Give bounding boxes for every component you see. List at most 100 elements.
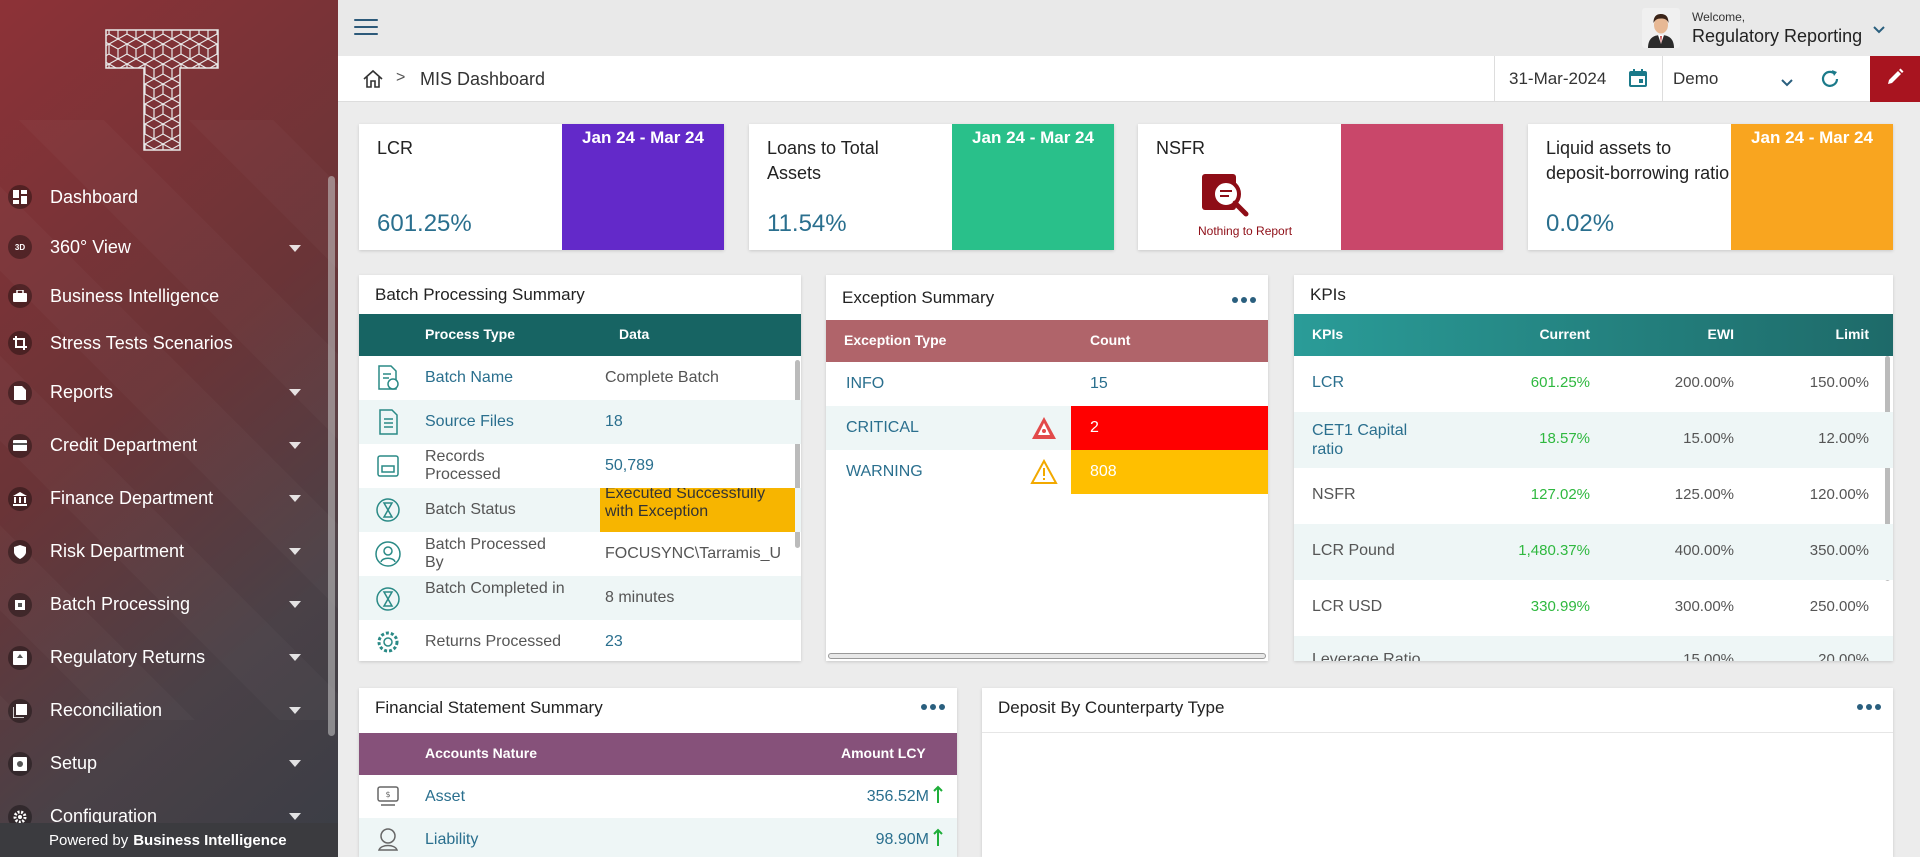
column-header: Amount LCY xyxy=(841,745,926,761)
powered-by-prefix: Powered by xyxy=(49,831,129,849)
table-header: Accounts Nature Amount LCY xyxy=(359,733,957,775)
sidebar-item-setup[interactable]: Setup xyxy=(0,737,325,790)
chevron-down-icon xyxy=(289,245,301,252)
app-logo[interactable] xyxy=(100,24,224,161)
kpi-limit: 12.00% xyxy=(1818,430,1869,447)
more-options-icon[interactable] xyxy=(1857,704,1881,710)
kpi-ewi: 15.00% xyxy=(1683,651,1734,661)
no-data-icon xyxy=(1196,172,1254,225)
sidebar-item-reports[interactable]: Reports xyxy=(0,366,325,419)
column-header: EWI xyxy=(1707,326,1734,342)
kpi-current: 330.99% xyxy=(1530,598,1590,615)
sidebar-item-dashboard[interactable]: Dashboard xyxy=(0,172,325,222)
kpi-card-value: 0.02% xyxy=(1546,210,1615,237)
kpi-limit: 150.00% xyxy=(1809,374,1869,391)
sidebar-item-credit-department[interactable]: Credit Department xyxy=(0,419,325,472)
kpi-card-value: 11.54% xyxy=(767,210,847,237)
breadcrumb: > MIS Dashboard 31-Mar-2024 Demo xyxy=(338,56,1920,102)
menu-toggle-icon[interactable] xyxy=(354,19,378,37)
account-amount: 98.90M xyxy=(875,831,929,848)
arrow-up-icon xyxy=(932,828,944,853)
kpi-card-liquid-assets-ratio[interactable]: Liquid assets to deposit-borrowing ratio… xyxy=(1528,124,1893,250)
chevron-down-icon xyxy=(289,442,301,449)
kpi-name: LCR Pound xyxy=(1312,542,1395,559)
briefcase-icon xyxy=(8,284,32,308)
calendar-icon[interactable] xyxy=(1628,68,1648,93)
hourglass-icon xyxy=(373,495,403,525)
sidebar-item-risk-department[interactable]: Risk Department xyxy=(0,525,325,578)
row-value: 50,789 xyxy=(605,457,654,474)
dashboard-icon xyxy=(8,185,32,209)
sidebar-item-label: Business Intelligence xyxy=(50,285,220,306)
row-label: Batch Status xyxy=(425,501,516,518)
document-settings-icon xyxy=(373,363,403,393)
kpi-card-nsfr[interactable]: NSFR Nothing to Report xyxy=(1138,124,1503,250)
table-row: Batch Processed By FOCUSYNC\Tarramis_U xyxy=(359,532,801,576)
kpi-card-title: Liquid assets to deposit-borrowing ratio xyxy=(1546,138,1730,183)
exception-type: CRITICAL xyxy=(846,419,919,436)
sidebar-item-finance-department[interactable]: Finance Department xyxy=(0,472,325,525)
kpi-card-color-block xyxy=(1341,124,1503,250)
kpi-current: 18.57% xyxy=(1539,430,1590,447)
chevron-down-icon xyxy=(289,389,301,396)
horizontal-scrollbar[interactable] xyxy=(828,653,1266,659)
table-row: LCR Pound 1,480.37% 400.00% 350.00% xyxy=(1294,524,1893,580)
kpi-card-loans-to-total-assets[interactable]: Loans to Total Assets 11.54% Jan 24 - Ma… xyxy=(749,124,1114,250)
report-icon xyxy=(8,380,32,405)
refresh-icon[interactable] xyxy=(1818,67,1842,96)
column-header: Exception Type xyxy=(844,332,947,348)
entity-select[interactable]: Demo xyxy=(1662,56,1806,102)
table-row: Records Processed 50,789 xyxy=(359,444,801,488)
kpi-card-value: 601.25% xyxy=(377,210,472,237)
page-title: MIS Dashboard xyxy=(420,69,546,89)
table-row: Batch Name Complete Batch xyxy=(359,356,801,400)
chevron-down-icon xyxy=(1780,73,1794,93)
column-header: Limit xyxy=(1835,326,1869,342)
breadcrumb-separator-icon: > xyxy=(396,69,406,86)
table-row[interactable]: Liability 98.90M xyxy=(359,818,957,857)
sidebar-item-reconciliation[interactable]: Reconciliation xyxy=(0,684,325,737)
warning-icon xyxy=(1030,458,1058,490)
sidebar-item-label: Dashboard xyxy=(50,186,139,207)
upload-icon xyxy=(8,645,32,670)
sidebar-item-regulatory-returns[interactable]: Regulatory Returns xyxy=(0,631,325,684)
table-row[interactable]: $ Asset 356.52M xyxy=(359,775,957,818)
sidebar-item-stress-tests[interactable]: Stress Tests Scenarios xyxy=(0,320,325,366)
kpi-ewi: 15.00% xyxy=(1683,430,1734,447)
table-row[interactable]: WARNING 808 xyxy=(826,450,1268,494)
sidebar-scrollbar[interactable] xyxy=(328,176,335,736)
batch-processing-summary-panel: Batch Processing Summary Process Type Da… xyxy=(359,275,801,661)
user-menu-chevron-icon[interactable] xyxy=(1872,22,1886,40)
sidebar-item-batch-processing[interactable]: Batch Processing xyxy=(0,578,325,631)
table-row[interactable]: CRITICAL 2 xyxy=(826,406,1268,450)
kpi-current: 601.25% xyxy=(1530,374,1590,391)
row-value: 8 minutes xyxy=(605,589,675,606)
batch-status-badge: Executed Successfully with Exception xyxy=(600,488,795,532)
column-header: Current xyxy=(1539,326,1590,342)
shield-icon xyxy=(8,539,32,564)
column-header: Accounts Nature xyxy=(425,745,538,761)
kpi-name: Leverage Ratio xyxy=(1312,651,1421,661)
gear-sync-icon xyxy=(373,627,403,657)
kpi-limit: 20.00% xyxy=(1818,651,1869,661)
date-picker[interactable]: 31-Mar-2024 xyxy=(1494,56,1662,102)
no-data-text: Nothing to Report xyxy=(1198,224,1293,238)
kpi-card-lcr[interactable]: LCR 601.25% Jan 24 - Mar 24 xyxy=(359,124,724,250)
panel-title: Deposit By Counterparty Type xyxy=(998,698,1225,717)
table-header: KPIs Current EWI Limit xyxy=(1294,314,1893,356)
more-options-icon[interactable] xyxy=(1232,297,1256,303)
sidebar-item-label: Finance Department xyxy=(50,488,214,508)
kpi-card-period: Jan 24 - Mar 24 xyxy=(1731,124,1893,250)
home-icon[interactable] xyxy=(362,69,384,94)
arrow-up-icon xyxy=(932,785,944,810)
column-header: KPIs xyxy=(1312,326,1344,342)
more-options-icon[interactable] xyxy=(921,704,945,710)
sidebar-item-360-view[interactable]: 3D 360° View xyxy=(0,222,325,272)
table-row[interactable]: INFO 15 xyxy=(826,362,1268,406)
table-row: Batch Status Executed Successfully with … xyxy=(359,488,801,532)
panel-divider xyxy=(982,732,1893,733)
sidebar-item-business-intelligence[interactable]: Business Intelligence xyxy=(0,272,325,320)
row-label: Batch Completed in xyxy=(425,580,565,597)
exception-type: INFO xyxy=(846,375,885,392)
edit-button[interactable] xyxy=(1870,56,1920,102)
